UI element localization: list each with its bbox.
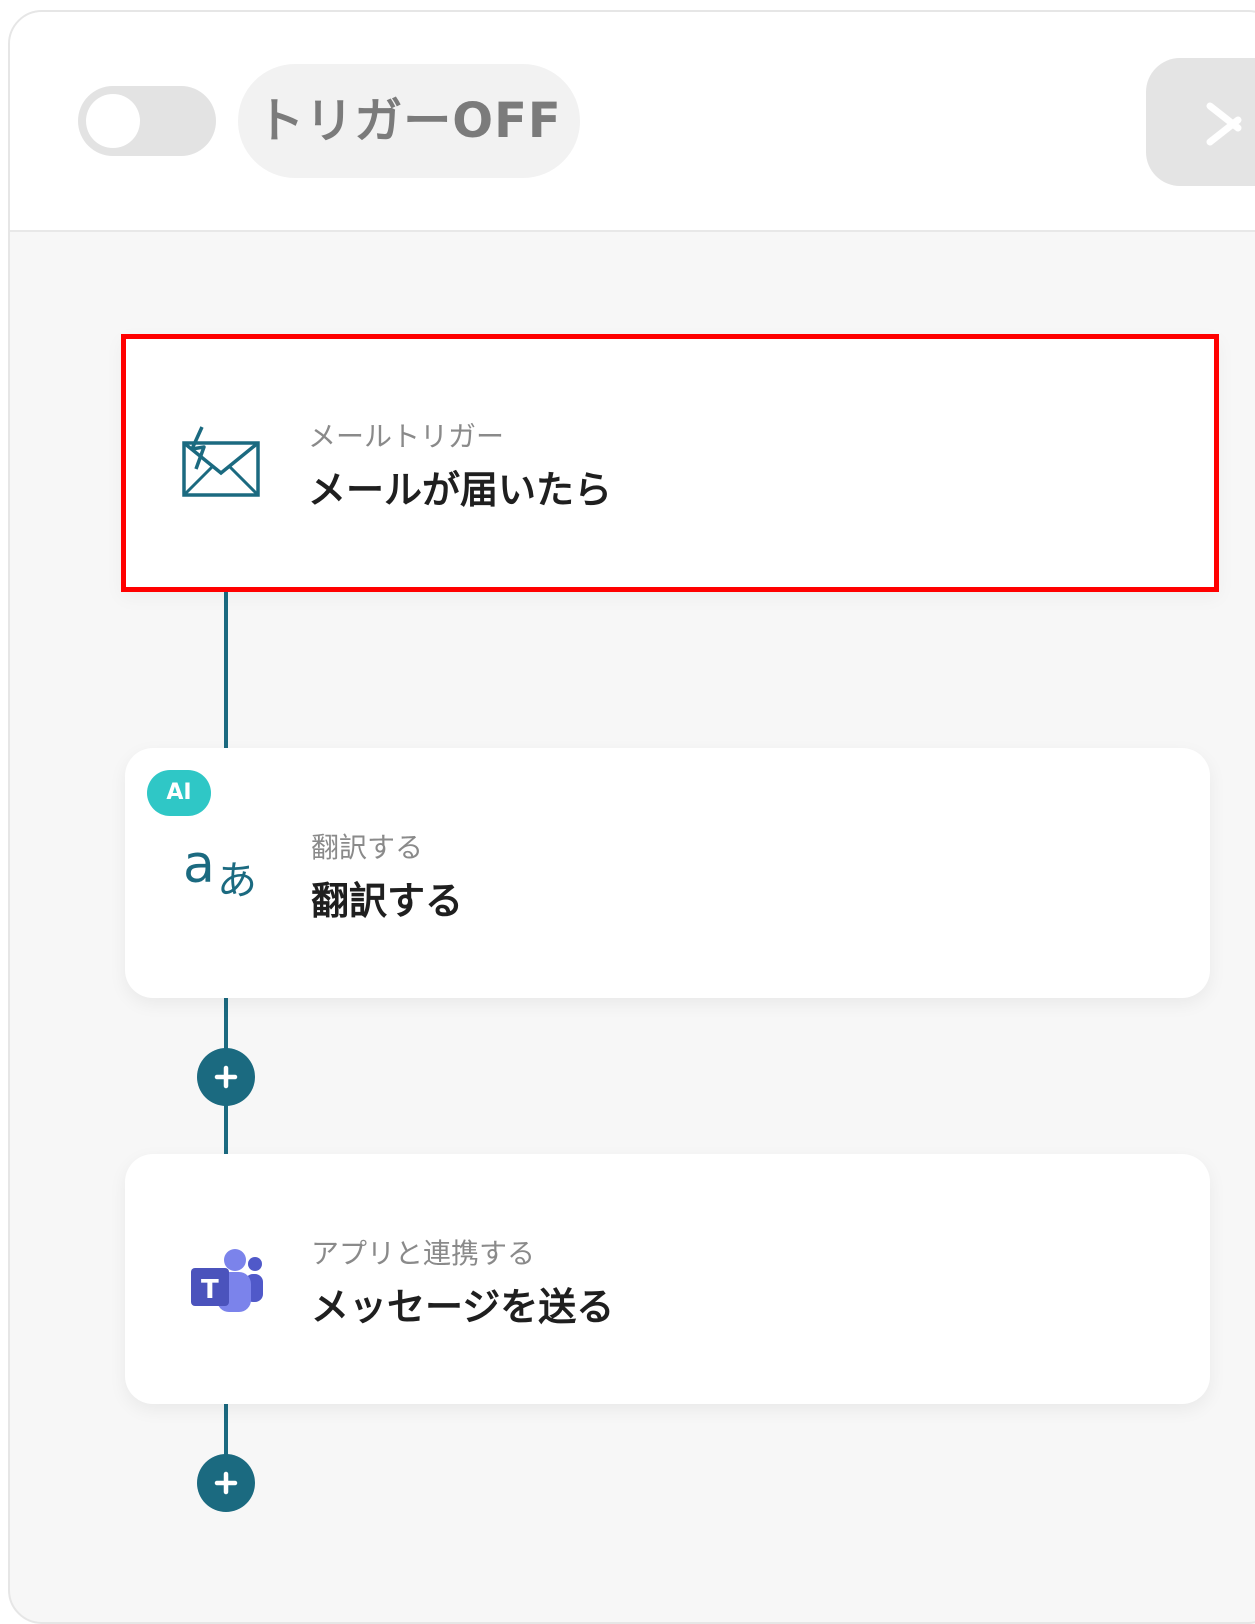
plus-icon (214, 1065, 238, 1089)
step-subtitle: アプリと連携する (311, 1237, 536, 1270)
svg-text:T: T (201, 1275, 219, 1305)
trigger-status-label: トリガーOFF (238, 64, 580, 178)
svg-text:a: a (183, 836, 215, 895)
close-button[interactable] (1146, 58, 1255, 186)
add-step-button[interactable] (197, 1454, 255, 1512)
translate-icon: a あ (183, 836, 257, 904)
flow-connector (224, 588, 228, 752)
close-icon (1206, 102, 1242, 146)
microsoft-teams-icon: T (191, 1249, 263, 1312)
flow-step-teams-message[interactable]: T アプリと連携する メッセージを送る (125, 1154, 1210, 1404)
add-step-button[interactable] (197, 1048, 255, 1106)
svg-text:あ: あ (217, 858, 257, 904)
flow-header: トリガーOFF (10, 12, 1255, 232)
step-title: 翻訳する (311, 879, 464, 923)
plus-icon (214, 1471, 238, 1495)
step-subtitle: メールトリガー (308, 420, 505, 453)
trigger-toggle[interactable] (78, 86, 216, 156)
ai-badge: AI (147, 770, 211, 816)
flow-editor-panel: トリガーOFF メールトリガー メールが届いたら AI a あ 翻訳する 翻訳す… (8, 10, 1255, 1624)
mail-trigger-icon (182, 426, 260, 497)
step-title: メールが届いたら (308, 468, 613, 512)
step-subtitle: 翻訳する (311, 831, 424, 864)
flow-step-mail-trigger[interactable]: メールトリガー メールが届いたら (121, 334, 1219, 592)
flow-step-translate[interactable]: AI a あ 翻訳する 翻訳する (125, 748, 1210, 998)
step-title: メッセージを送る (311, 1285, 615, 1329)
toggle-knob (86, 94, 140, 148)
